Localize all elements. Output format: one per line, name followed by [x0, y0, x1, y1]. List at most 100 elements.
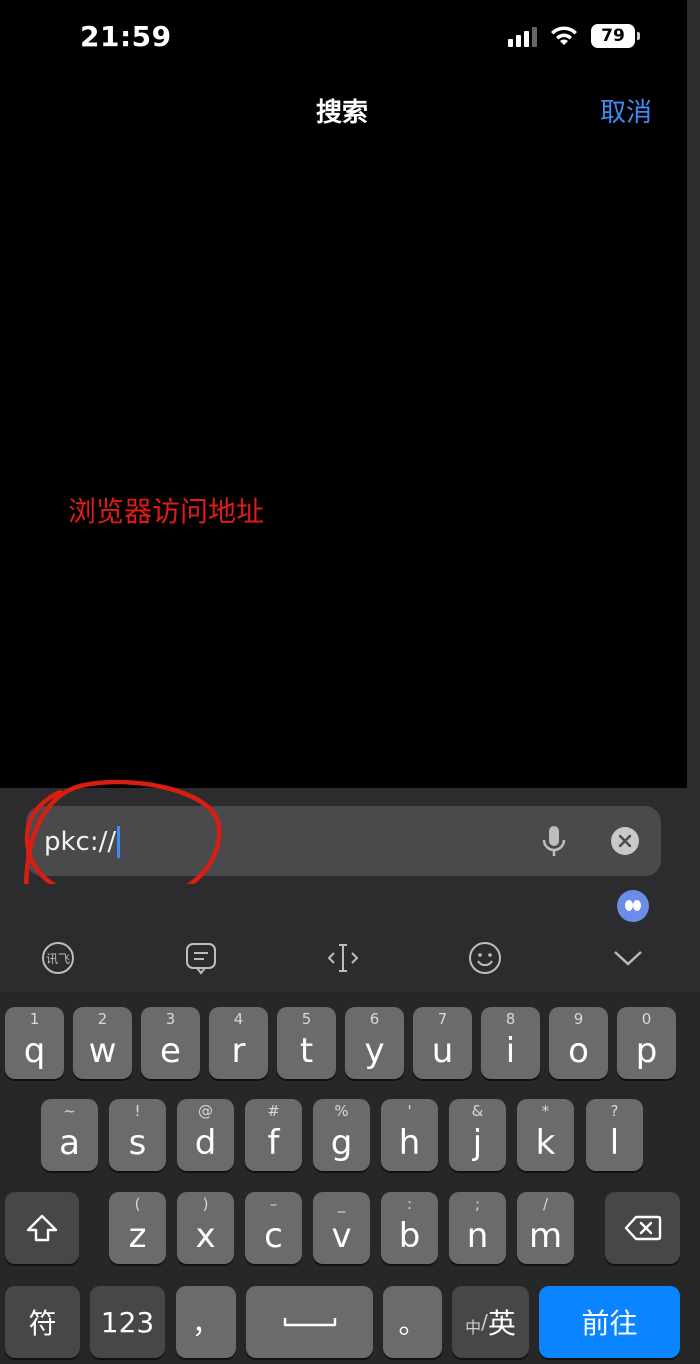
key-b[interactable]: :b — [381, 1192, 438, 1264]
search-input-value: pkc:// — [44, 827, 117, 857]
key-hint: _ — [337, 1195, 346, 1213]
key-hint: # — [267, 1102, 280, 1120]
emoji-icon[interactable] — [467, 940, 503, 976]
key-v[interactable]: _ v — [313, 1192, 370, 1264]
key-label: 符 — [28, 1307, 57, 1340]
key-hint: ~ — [63, 1102, 76, 1120]
key-hint: ? — [610, 1102, 619, 1120]
search-input-text: pkc:// — [44, 826, 121, 858]
lang-chinese-label: 中 — [465, 1318, 482, 1337]
cursor-move-icon[interactable] — [325, 940, 361, 976]
space-key[interactable] — [246, 1286, 373, 1358]
key-label: 123 — [100, 1305, 155, 1339]
key-k[interactable]: * k — [517, 1099, 574, 1171]
key-letter: f — [267, 1123, 280, 1163]
key-hint: ! — [134, 1102, 141, 1120]
key-letter: c — [264, 1216, 283, 1256]
key-letter: n — [466, 1216, 489, 1256]
key-hint: 8 — [505, 1010, 516, 1028]
key-hint: 7 — [437, 1010, 448, 1028]
key-hint: ; — [474, 1195, 481, 1213]
cancel-button[interactable]: 取消 — [600, 92, 652, 129]
key-hint: 5 — [301, 1010, 312, 1028]
close-icon — [618, 834, 632, 848]
key-letter: g — [330, 1123, 353, 1163]
period-key[interactable]: 。 — [383, 1286, 442, 1358]
key-z[interactable]: (z — [109, 1192, 166, 1264]
key-hint: @ — [198, 1102, 213, 1120]
key-d[interactable]: @ d — [177, 1099, 234, 1171]
key-letter: s — [128, 1123, 147, 1163]
keyboard: 1q 2w 3e 4r 5t 6y 7u 8i 9o 0p ~ a ! s @ d #… — [0, 992, 700, 1364]
key-letter: a — [59, 1123, 80, 1163]
key-hint: ' — [407, 1102, 412, 1120]
key-f[interactable]: # f — [245, 1099, 302, 1171]
backspace-key[interactable] — [605, 1192, 680, 1264]
key-letter: v — [331, 1216, 352, 1256]
key-hint: – — [269, 1195, 278, 1213]
key-letter: d — [194, 1123, 217, 1163]
cellular-signal-icon — [508, 25, 537, 47]
key-letter: x — [195, 1216, 216, 1256]
lang-english-label: 英 — [487, 1307, 516, 1340]
battery-level: 79 — [591, 24, 635, 48]
key-hint: 9 — [573, 1010, 584, 1028]
symbols-key[interactable]: 符 — [5, 1286, 80, 1358]
key-r[interactable]: 4r — [209, 1007, 268, 1079]
key-x[interactable]: ) x — [177, 1192, 234, 1264]
microphone-icon[interactable] — [540, 824, 568, 860]
key-letter: o — [568, 1031, 589, 1071]
key-t[interactable]: 5t — [277, 1007, 336, 1079]
key-hint: 2 — [97, 1010, 108, 1028]
comma-key[interactable]: ， — [176, 1286, 236, 1358]
key-g[interactable]: % g — [313, 1099, 370, 1171]
language-toggle-key[interactable]: 中 / 英 — [452, 1286, 529, 1358]
key-letter: u — [431, 1031, 454, 1071]
key-m[interactable]: / m — [517, 1192, 574, 1264]
key-hint: : — [406, 1195, 413, 1213]
key-hint: * — [541, 1102, 550, 1120]
status-indicators: 79 — [508, 24, 640, 48]
key-letter: j — [472, 1123, 483, 1163]
key-letter: h — [398, 1123, 421, 1163]
key-j[interactable]: & j — [449, 1099, 506, 1171]
backspace-icon — [624, 1215, 661, 1241]
shift-key[interactable] — [5, 1192, 79, 1264]
key-hint: 6 — [369, 1010, 380, 1028]
ime-logo-icon[interactable]: 讯飞 — [40, 940, 76, 976]
key-letter: b — [398, 1216, 421, 1256]
key-c[interactable]: – c — [245, 1192, 302, 1264]
key-h[interactable]: ' h — [381, 1099, 438, 1171]
key-n[interactable]: ; n — [449, 1192, 506, 1264]
key-letter: m — [528, 1216, 563, 1256]
key-e[interactable]: 3e — [141, 1007, 200, 1079]
key-hint: / — [542, 1195, 549, 1213]
status-time: 21:59 — [80, 20, 172, 53]
key-s[interactable]: ! s — [109, 1099, 166, 1171]
key-label: 。 — [398, 1307, 427, 1340]
key-o[interactable]: 9o — [549, 1007, 608, 1079]
key-u[interactable]: 7u — [413, 1007, 472, 1079]
clear-text-button[interactable] — [611, 827, 639, 855]
key-i[interactable]: 8i — [481, 1007, 540, 1079]
shift-icon — [26, 1214, 58, 1242]
lang-separator: / — [481, 1310, 488, 1334]
space-icon — [283, 1318, 336, 1327]
key-p[interactable]: 0p — [617, 1007, 676, 1079]
go-key[interactable]: 前往 — [539, 1286, 680, 1358]
chat-phrase-icon[interactable] — [183, 940, 219, 976]
numbers-key[interactable]: 123 — [90, 1286, 165, 1358]
key-w[interactable]: 2w — [73, 1007, 132, 1079]
key-l[interactable]: ? l — [586, 1099, 643, 1171]
key-hint: & — [471, 1102, 484, 1120]
wifi-icon — [551, 26, 577, 45]
key-letter: i — [505, 1031, 516, 1071]
key-a[interactable]: ~ a — [41, 1099, 98, 1171]
key-hint: ( — [134, 1195, 141, 1213]
ime-mascot-icon[interactable] — [617, 890, 649, 922]
key-q[interactable]: 1q — [5, 1007, 64, 1079]
key-y[interactable]: 6y — [345, 1007, 404, 1079]
chevron-down-icon[interactable] — [610, 940, 646, 976]
key-hint: 1 — [29, 1010, 40, 1028]
key-hint: 4 — [233, 1010, 244, 1028]
